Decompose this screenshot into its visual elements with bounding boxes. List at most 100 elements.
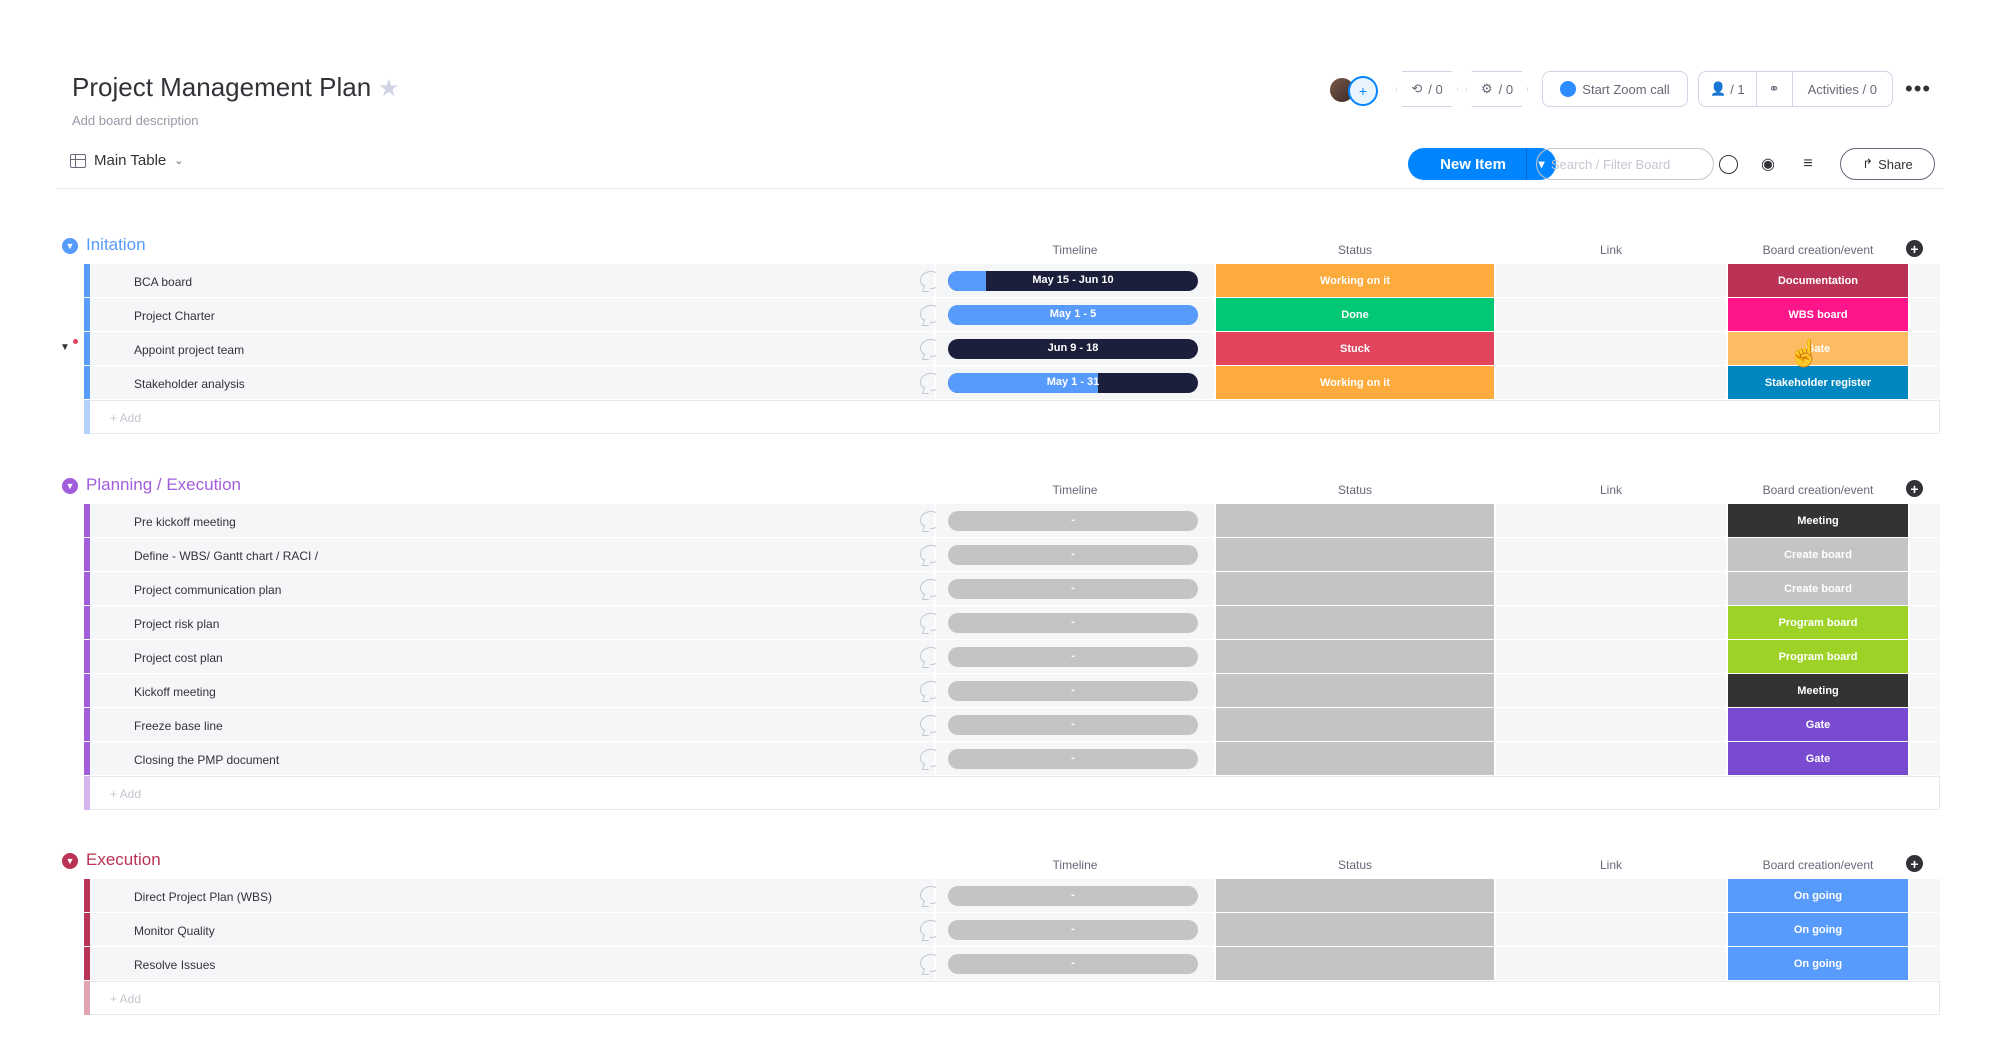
timeline-bar[interactable]: -: [948, 954, 1198, 974]
board-event-cell[interactable]: On going: [1728, 879, 1908, 912]
board-event-cell[interactable]: Create board: [1728, 538, 1908, 571]
column-header-board[interactable]: Board creation/event: [1728, 858, 1908, 872]
group-title[interactable]: Planning / Execution: [86, 475, 241, 495]
table-row[interactable]: ▼ Appoint project team Jun 9 - 18 Stuck Gate: [60, 332, 1940, 366]
board-event-cell[interactable]: Program board: [1728, 640, 1908, 673]
add-column-icon[interactable]: +: [1906, 855, 1923, 872]
group-title[interactable]: Execution: [86, 850, 161, 870]
status-cell[interactable]: [1216, 674, 1494, 707]
timeline-bar[interactable]: -: [948, 681, 1198, 701]
timeline-cell[interactable]: -: [936, 640, 1214, 673]
timeline-bar[interactable]: May 1 - 31: [948, 373, 1198, 393]
status-cell[interactable]: [1216, 640, 1494, 673]
item-name-cell[interactable]: BCA board: [90, 264, 942, 297]
star-icon[interactable]: ★: [378, 74, 400, 103]
item-name[interactable]: Project cost plan: [134, 651, 223, 665]
item-name-cell[interactable]: Project cost plan: [90, 640, 942, 673]
view-selector[interactable]: Main Table ⌄: [70, 152, 184, 169]
table-row[interactable]: Project Charter May 1 - 5 Done WBS board: [60, 298, 1940, 332]
timeline-cell[interactable]: -: [936, 504, 1214, 537]
updates-button[interactable]: ⟲ / 0: [1396, 71, 1458, 107]
invite-member-icon[interactable]: +: [1348, 76, 1378, 106]
item-name[interactable]: Direct Project Plan (WBS): [134, 890, 272, 904]
timeline-bar[interactable]: May 15 - Jun 10: [948, 271, 1198, 291]
status-cell[interactable]: [1216, 504, 1494, 537]
members-button[interactable]: 👤 / 1: [1699, 72, 1757, 106]
timeline-bar[interactable]: May 1 - 5: [948, 305, 1198, 325]
status-cell[interactable]: Stuck: [1216, 332, 1494, 365]
column-header-board[interactable]: Board creation/event: [1728, 483, 1908, 497]
item-name[interactable]: Pre kickoff meeting: [134, 515, 236, 529]
item-name[interactable]: Closing the PMP document: [134, 753, 279, 767]
item-name-cell[interactable]: Monitor Quality: [90, 913, 942, 946]
table-row[interactable]: Resolve Issues - On going: [60, 947, 1940, 981]
board-event-cell[interactable]: Create board: [1728, 572, 1908, 605]
column-header-board[interactable]: Board creation/event: [1728, 243, 1908, 257]
board-event-cell[interactable]: Meeting: [1728, 504, 1908, 537]
status-cell[interactable]: [1216, 742, 1494, 775]
timeline-cell[interactable]: -: [936, 572, 1214, 605]
more-options-icon[interactable]: •••: [1905, 76, 1931, 102]
timeline-bar[interactable]: -: [948, 715, 1198, 735]
item-name[interactable]: Project communication plan: [134, 583, 281, 597]
timeline-cell[interactable]: -: [936, 879, 1214, 912]
status-cell[interactable]: [1216, 538, 1494, 571]
column-header-status[interactable]: Status: [1216, 858, 1494, 872]
search-input[interactable]: Search / Filter Board: [1536, 148, 1714, 180]
link-cell[interactable]: [1496, 742, 1726, 775]
timeline-bar[interactable]: -: [948, 511, 1198, 531]
link-cell[interactable]: [1496, 332, 1726, 365]
column-header-timeline[interactable]: Timeline: [936, 243, 1214, 257]
integrations-button[interactable]: ⚭: [1757, 72, 1793, 106]
item-name-cell[interactable]: Project communication plan: [90, 572, 942, 605]
table-row[interactable]: Project communication plan - Create board: [60, 572, 1940, 606]
link-cell[interactable]: [1496, 298, 1726, 331]
add-column-icon[interactable]: +: [1906, 240, 1923, 257]
activities-button[interactable]: Activities / 0: [1793, 72, 1892, 106]
item-name[interactable]: BCA board: [134, 275, 192, 289]
column-header-link[interactable]: Link: [1496, 858, 1726, 872]
item-name-cell[interactable]: Appoint project team: [90, 332, 942, 365]
timeline-cell[interactable]: -: [936, 913, 1214, 946]
board-event-cell[interactable]: Program board: [1728, 606, 1908, 639]
add-item-box[interactable]: [90, 400, 1940, 434]
board-description[interactable]: Add board description: [72, 113, 198, 128]
item-name-cell[interactable]: Direct Project Plan (WBS): [90, 879, 942, 912]
item-name-cell[interactable]: Resolve Issues: [90, 947, 942, 980]
item-name[interactable]: Resolve Issues: [134, 958, 215, 972]
link-cell[interactable]: [1496, 504, 1726, 537]
collapse-group-icon[interactable]: ▼: [62, 238, 78, 254]
item-name[interactable]: Stakeholder analysis: [134, 377, 245, 391]
status-cell[interactable]: [1216, 606, 1494, 639]
new-item-button[interactable]: New Item ▾: [1408, 148, 1556, 180]
board-event-cell[interactable]: Meeting: [1728, 674, 1908, 707]
timeline-bar[interactable]: -: [948, 886, 1198, 906]
timeline-bar[interactable]: -: [948, 579, 1198, 599]
item-name-cell[interactable]: Project Charter: [90, 298, 942, 331]
item-name-cell[interactable]: Stakeholder analysis: [90, 366, 942, 399]
status-cell[interactable]: [1216, 708, 1494, 741]
timeline-bar[interactable]: Jun 9 - 18: [948, 339, 1198, 359]
add-item-box[interactable]: [90, 981, 1940, 1015]
timeline-cell[interactable]: -: [936, 538, 1214, 571]
link-cell[interactable]: [1496, 674, 1726, 707]
column-header-status[interactable]: Status: [1216, 243, 1494, 257]
expand-subitems-icon[interactable]: ▼: [60, 342, 70, 353]
link-cell[interactable]: [1496, 879, 1726, 912]
item-name[interactable]: Project risk plan: [134, 617, 219, 631]
table-row[interactable]: Direct Project Plan (WBS) - On going: [60, 879, 1940, 913]
automations-button[interactable]: ⚙ / 0: [1466, 71, 1528, 107]
share-button[interactable]: ↱ Share: [1840, 148, 1935, 180]
link-cell[interactable]: [1496, 947, 1726, 980]
link-cell[interactable]: [1496, 640, 1726, 673]
add-item-box[interactable]: [90, 776, 1940, 810]
table-row[interactable]: Project risk plan - Program board: [60, 606, 1940, 640]
column-header-timeline[interactable]: Timeline: [936, 858, 1214, 872]
board-event-cell[interactable]: WBS board: [1728, 298, 1908, 331]
status-cell[interactable]: Done: [1216, 298, 1494, 331]
status-cell[interactable]: Working on it: [1216, 264, 1494, 297]
add-item-row[interactable]: + Add: [60, 981, 1940, 1015]
collapse-group-icon[interactable]: ▼: [62, 478, 78, 494]
board-event-cell[interactable]: Documentation: [1728, 264, 1908, 297]
table-row[interactable]: Freeze base line - Gate: [60, 708, 1940, 742]
